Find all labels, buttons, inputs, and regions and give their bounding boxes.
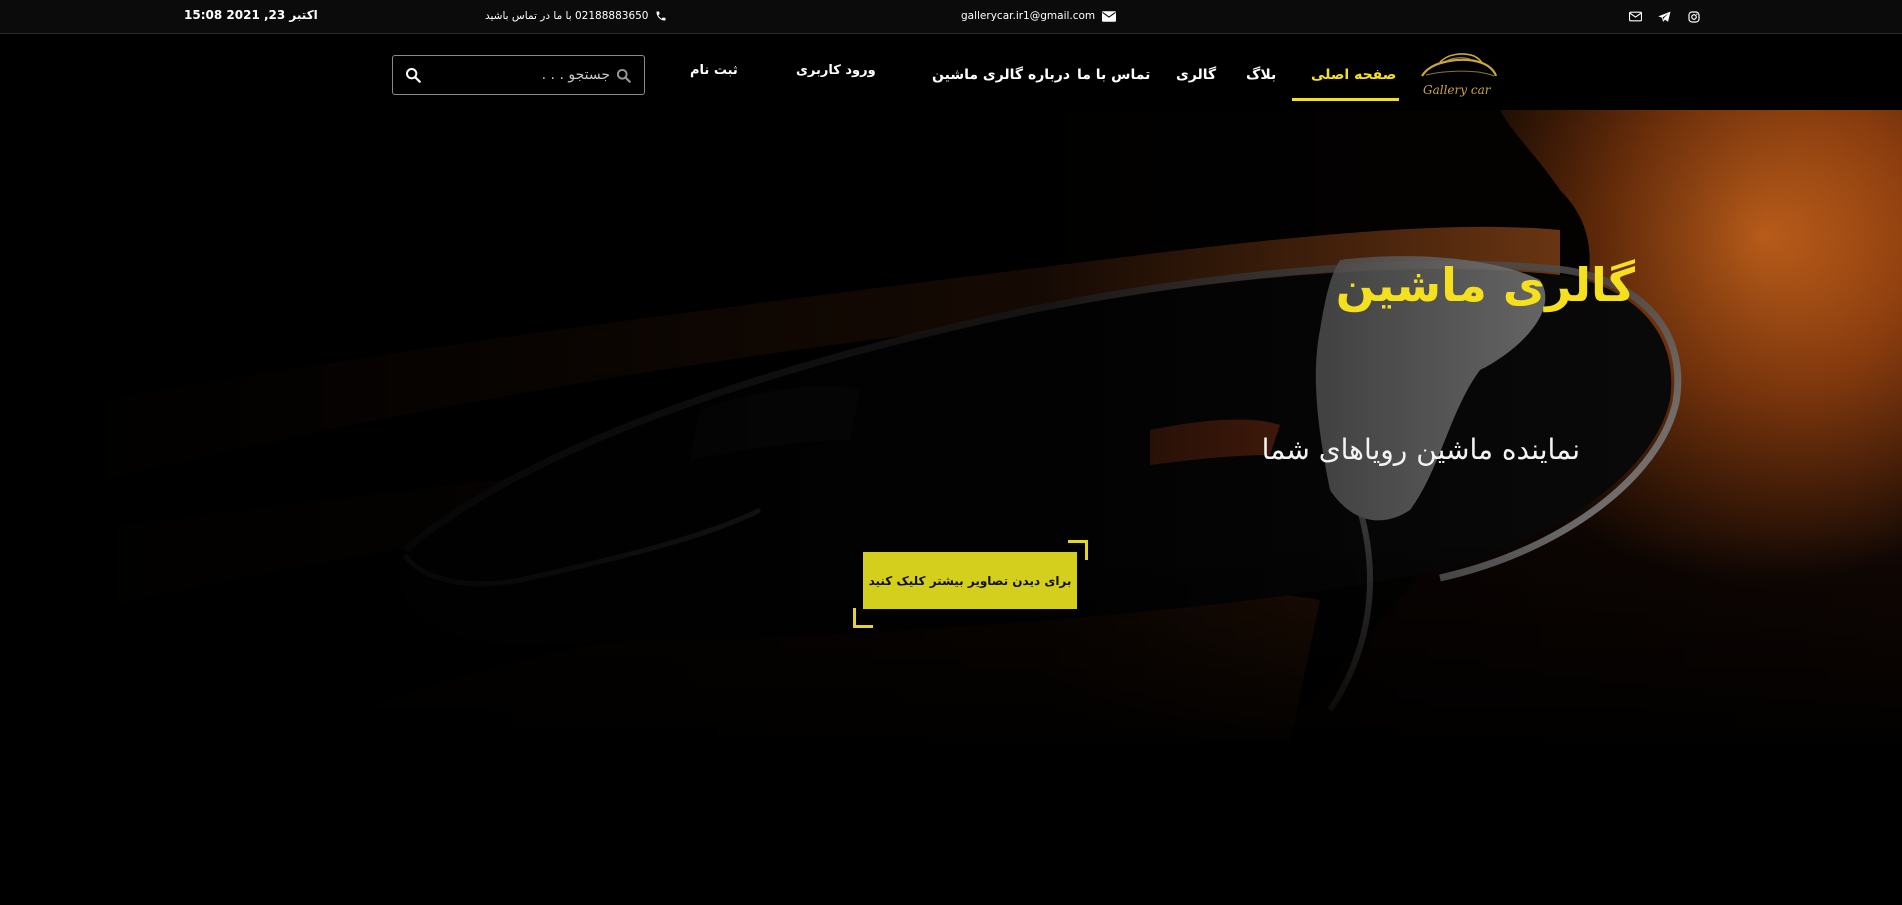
active-nav-indicator xyxy=(1292,98,1399,101)
search-button[interactable] xyxy=(405,67,423,85)
nav-item-gallery[interactable]: گالری xyxy=(1176,67,1216,83)
logo-text: Gallery car xyxy=(1423,83,1491,97)
nav-item-contact[interactable]: تماس با ما xyxy=(1077,67,1150,83)
cta-bracket-bottom-left xyxy=(853,608,873,628)
email-icon[interactable] xyxy=(1628,9,1643,24)
page-below-hero xyxy=(0,742,1902,905)
top-bar: اکتبر 23, 2021 15:08 02188883650 با ما د… xyxy=(0,0,1902,34)
main-header: ثبت نام ورود کاربری درباره گالری ماشین ت… xyxy=(0,34,1902,110)
phone-contact[interactable]: 02188883650 با ما در تماس باشید xyxy=(485,10,667,22)
hero-subtitle: نماینده ماشین رویاهای شما xyxy=(1261,433,1580,466)
instagram-icon[interactable] xyxy=(1686,9,1701,24)
cta-frame: برای دیدن تصاویر بیشتر کلیک کنید xyxy=(853,540,1088,628)
signup-link[interactable]: ثبت نام xyxy=(690,63,738,78)
hero-title: گالری ماشین xyxy=(1335,258,1635,312)
car-logo-icon xyxy=(1421,53,1498,77)
search-icon xyxy=(616,68,631,87)
current-date: اکتبر 23, 2021 15:08 xyxy=(184,8,318,22)
social-links xyxy=(1628,9,1701,24)
hero-banner: گالری ماشین نماینده ماشین رویاهای شما بر… xyxy=(0,110,1902,742)
nav-item-blog[interactable]: بلاگ xyxy=(1246,67,1276,83)
nav-item-about[interactable]: درباره گالری ماشین xyxy=(932,67,1070,83)
telegram-icon[interactable] xyxy=(1657,9,1672,24)
view-more-images-button[interactable]: برای دیدن تصاویر بیشتر کلیک کنید xyxy=(863,552,1077,609)
search-box xyxy=(392,55,645,95)
phone-text: 02188883650 با ما در تماس باشید xyxy=(485,10,649,22)
login-link[interactable]: ورود کاربری xyxy=(796,63,876,78)
email-contact[interactable]: gallerycar.ir1@gmail.com xyxy=(961,10,1117,22)
search-input[interactable] xyxy=(432,56,632,94)
nav-item-home[interactable]: صفحه اصلی xyxy=(1311,67,1396,83)
envelope-icon xyxy=(1102,10,1117,22)
hero-car-image xyxy=(0,110,1902,742)
phone-icon xyxy=(655,10,667,22)
email-text: gallerycar.ir1@gmail.com xyxy=(961,10,1096,22)
